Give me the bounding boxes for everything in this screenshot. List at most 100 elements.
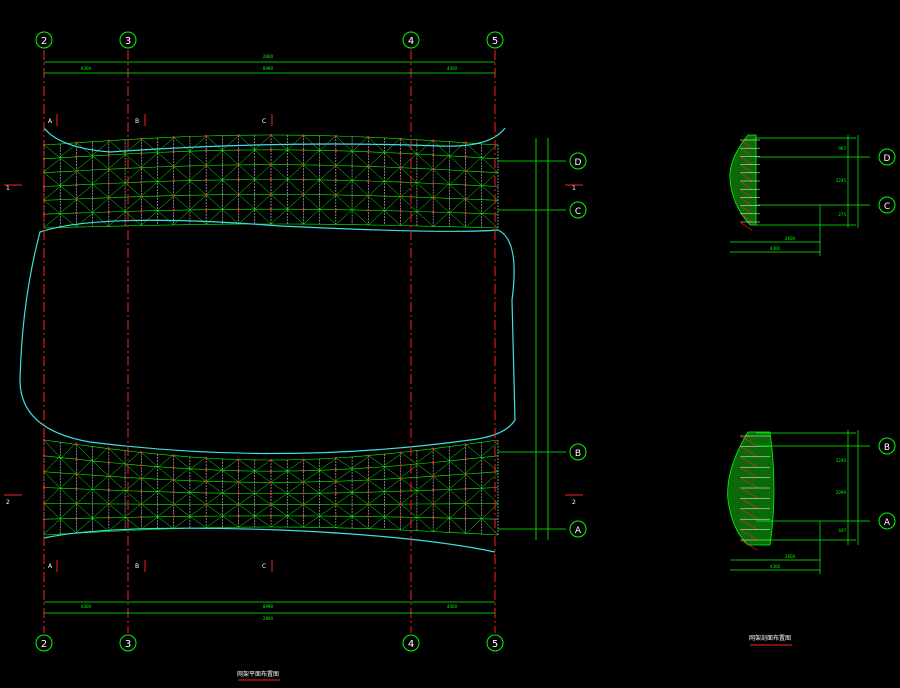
column-axis-bubble-4-top[interactable]: 4 <box>402 31 420 49</box>
lattice-diagonal <box>173 479 191 493</box>
lattice-node <box>205 134 208 137</box>
lattice-diagonal <box>238 515 255 528</box>
lattice-node <box>140 464 143 467</box>
svg-text:3: 3 <box>125 639 131 650</box>
lattice-node <box>140 195 143 198</box>
lattice-diagonal <box>432 489 450 504</box>
lattice-diagonal <box>335 481 353 493</box>
lattice-node <box>399 137 402 140</box>
lattice-diagonal <box>368 195 385 211</box>
column-axis-bubble-4-bottom[interactable]: 4 <box>402 634 420 652</box>
svg-text:5: 5 <box>492 36 498 47</box>
svg-text:3: 3 <box>125 36 131 47</box>
lattice-diagonal <box>222 515 239 528</box>
svg-text:网架剖面布置图: 网架剖面布置图 <box>749 634 791 642</box>
lattice-diagonal <box>157 504 174 517</box>
lattice-node <box>205 164 208 167</box>
lattice-diagonal <box>432 211 450 227</box>
column-axis-bubble-3-bottom[interactable]: 3 <box>119 634 137 652</box>
lattice-node <box>237 208 240 211</box>
lattice-diagonal <box>222 470 239 483</box>
lattice-node <box>205 149 208 152</box>
row-axis-bubble-B[interactable]: B <box>569 443 587 461</box>
lattice-node <box>334 503 337 506</box>
lattice-node <box>464 155 467 158</box>
lattice-node <box>464 458 467 461</box>
lattice-diagonal <box>189 180 207 196</box>
lattice-diagonal <box>92 169 110 184</box>
svg-text:5: 5 <box>492 639 498 650</box>
lattice-diagonal <box>205 481 223 494</box>
lattice-diagonal <box>368 180 385 197</box>
lattice-diagonal <box>351 480 369 493</box>
lattice-diagonal <box>319 481 336 494</box>
lattice-diagonal <box>481 143 499 160</box>
lattice-diagonal <box>108 476 126 491</box>
lattice-node <box>270 134 272 136</box>
lattice-node <box>464 141 467 144</box>
lattice-diagonal <box>384 453 401 466</box>
lattice-diagonal <box>141 153 158 168</box>
column-axis-bubble-3-top[interactable]: 3 <box>119 31 137 49</box>
lattice-diagonal <box>481 457 499 472</box>
column-axis-bubble-5-bottom[interactable]: 5 <box>486 634 504 652</box>
lattice-diagonal <box>270 470 288 483</box>
lattice-diagonal <box>108 154 126 169</box>
lattice-node <box>140 516 143 519</box>
section-bottom-axis-bubble-B[interactable]: B <box>878 437 896 455</box>
lattice-diagonal <box>368 504 385 518</box>
lattice-node <box>107 182 110 185</box>
section-top-axis-bubble-C[interactable]: C <box>878 196 896 214</box>
column-axis-bubble-2-bottom[interactable]: 2 <box>35 634 53 652</box>
lattice-node <box>75 487 78 490</box>
central-opening-outline <box>19 219 516 455</box>
lattice-diagonal <box>173 180 191 196</box>
lattice-diagonal <box>238 470 255 483</box>
lattice-diagonal <box>287 149 304 166</box>
lattice-diagonal <box>303 470 320 482</box>
lattice-diagonal <box>384 466 401 479</box>
section-view-bottom: 2240 2099 447 2600 4300 B A 网架剖面布置图 <box>727 430 896 646</box>
lattice-diagonal <box>400 452 418 465</box>
lattice-diagonal <box>465 156 482 172</box>
section-letter-b-bottom: B <box>135 563 139 570</box>
lattice-node <box>237 178 240 181</box>
lattice-node <box>107 210 110 213</box>
lattice-node <box>205 208 208 211</box>
svg-text:D: D <box>575 158 582 168</box>
lattice-diagonal <box>43 471 61 489</box>
lattice-node <box>367 165 370 168</box>
lattice-diagonal <box>303 459 320 471</box>
lattice-diagonal <box>384 516 401 531</box>
lattice-node <box>302 503 305 506</box>
lattice-diagonal <box>319 164 337 181</box>
row-axis-bubble-A[interactable]: A <box>569 520 587 538</box>
svg-text:B: B <box>575 449 581 459</box>
lattice-node <box>399 210 402 213</box>
lattice-diagonal <box>189 209 207 225</box>
lattice-diagonal <box>481 213 499 229</box>
column-axis-bubble-5-top[interactable]: 5 <box>486 31 504 49</box>
lattice-diagonal <box>416 196 434 213</box>
lattice-node <box>367 180 370 183</box>
section-top-axis-bubble-D[interactable]: D <box>878 148 896 166</box>
lattice-diagonal <box>254 134 272 151</box>
lattice-diagonal <box>449 474 466 490</box>
lattice-diagonal <box>319 470 336 482</box>
lattice-node <box>432 447 435 450</box>
sec-top-dim-3: 275 <box>838 212 846 217</box>
lattice-diagonal <box>43 186 61 200</box>
lattice-diagonal <box>335 492 353 505</box>
lattice-diagonal <box>76 473 93 490</box>
svg-text:2: 2 <box>41 36 47 47</box>
lattice-node <box>270 208 272 211</box>
column-axis-bubble-2-top[interactable]: 2 <box>35 31 53 49</box>
lattice-node <box>464 183 467 186</box>
row-axis-bubble-C[interactable]: C <box>569 201 587 219</box>
cad-drawing-canvas[interactable]: 2800 4300 8990 4300 4300 8990 4300 2800 … <box>0 0 900 688</box>
section-bottom-axis-bubble-A[interactable]: A <box>878 512 896 530</box>
row-axis-bubble-D[interactable]: D <box>569 152 587 170</box>
dim-bottom-2: 8990 <box>263 604 274 609</box>
lattice-diagonal <box>270 493 288 505</box>
lattice-node <box>107 196 110 199</box>
